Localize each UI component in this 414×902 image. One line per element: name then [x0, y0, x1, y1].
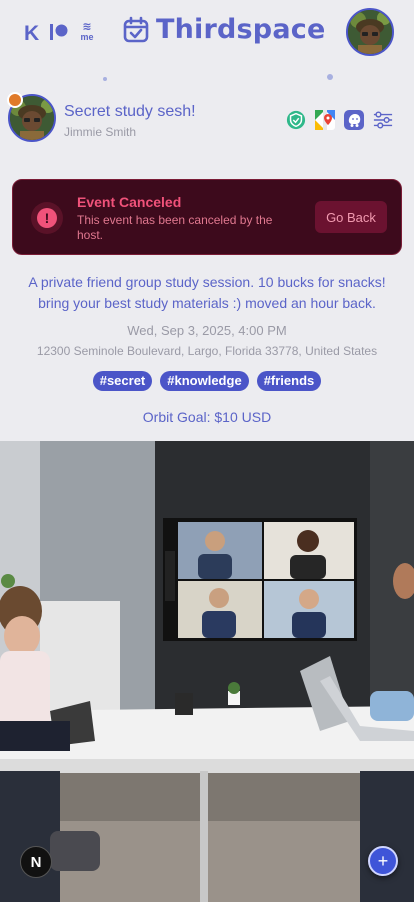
- event-address[interactable]: 12300 Seminole Boulevard, Largo, Florida…: [0, 344, 414, 358]
- patreon-icon[interactable]: [50, 24, 68, 40]
- buymeacoffee-wave: ≋: [82, 21, 92, 33]
- google-maps-icon[interactable]: [315, 110, 335, 130]
- banner-message: This event has been canceled by the host…: [77, 213, 273, 242]
- tag-chip[interactable]: #secret: [92, 371, 153, 391]
- go-back-button[interactable]: Go Back: [315, 201, 387, 233]
- user-avatar[interactable]: [346, 8, 394, 56]
- top-header: K ≋ me Thirdspace: [0, 0, 414, 64]
- host-name[interactable]: Jimmie Smith: [64, 125, 136, 139]
- host-badge-icon: [7, 92, 23, 108]
- decorative-dot: [327, 74, 333, 80]
- kofi-icon[interactable]: K: [24, 22, 39, 46]
- orbit-goal: Orbit Goal: $10 USD: [142, 409, 272, 425]
- tag-list: #secret #knowledge #friends: [0, 371, 414, 391]
- nextjs-dev-button[interactable]: N: [20, 846, 52, 878]
- event-photo: [0, 441, 414, 902]
- event-canceled-banner: ! Event Canceled This event has been can…: [12, 179, 402, 255]
- add-fab-button[interactable]: +: [368, 846, 398, 876]
- buymeacoffee-icon[interactable]: ≋ me: [76, 22, 98, 44]
- tag-chip[interactable]: #friends: [256, 371, 322, 391]
- buymeacoffee-me: me: [80, 32, 94, 42]
- tag-chip[interactable]: #knowledge: [160, 371, 249, 391]
- event-actions: [286, 110, 393, 130]
- brand-logo[interactable]: Thirdspace: [122, 14, 325, 45]
- event-datetime: Wed, Sep 3, 2025, 4:00 PM: [127, 323, 287, 338]
- banner-title: Event Canceled: [77, 194, 182, 210]
- alert-icon-glyph: !: [37, 208, 57, 228]
- calendar-check-icon: [123, 16, 149, 42]
- event-title: Secret study sesh!: [64, 103, 196, 120]
- settings-sliders-icon[interactable]: [373, 110, 393, 130]
- waze-icon[interactable]: [344, 110, 364, 130]
- brand-title: Thirdspace: [156, 14, 326, 45]
- alert-icon: !: [31, 202, 63, 234]
- decorative-dot: [103, 77, 107, 81]
- verified-shield-icon[interactable]: [286, 110, 306, 130]
- event-description: A private friend group study session. 10…: [28, 274, 386, 311]
